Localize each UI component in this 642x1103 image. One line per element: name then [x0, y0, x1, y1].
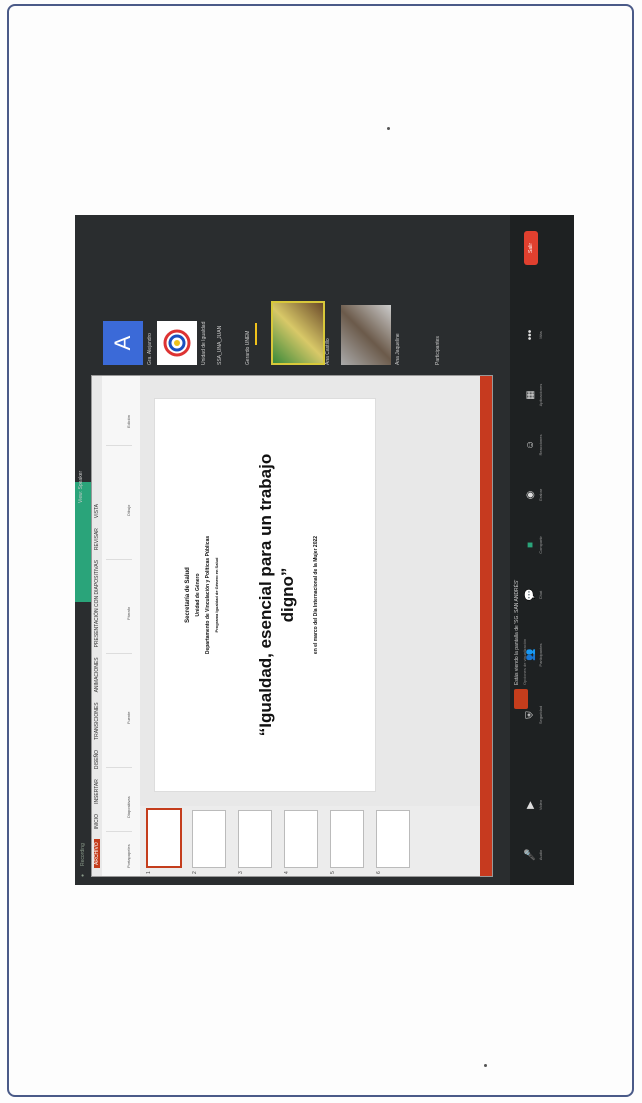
slide-line-4: Programa Igualdad de Género en Salud	[214, 557, 219, 633]
security-button[interactable]: ⛨ Seguridad	[520, 695, 543, 735]
current-slide[interactable]: Secretaría de Salud Unidad de Género Dep…	[154, 398, 376, 792]
group-label: Dibujo	[126, 504, 131, 516]
participants-button[interactable]: 👥 Participantes	[520, 635, 543, 675]
button-label: Más	[538, 331, 543, 339]
slide-thumb-2[interactable]	[192, 810, 226, 868]
slide-title: “Igualdad, esencial para un trabajo dign…	[256, 453, 297, 737]
participant-name: Ana Castillo	[325, 338, 331, 365]
button-label: Reacciones	[538, 434, 543, 456]
smile-icon: ☺	[525, 439, 536, 451]
slide-thumb-5[interactable]	[330, 810, 364, 868]
shield-icon: ⛨	[525, 711, 536, 719]
recording-indicator: ●	[80, 873, 86, 877]
button-label: Grabar	[538, 488, 543, 502]
share-screen-icon: ■	[525, 541, 536, 549]
group-label: Fuente	[126, 711, 131, 724]
group-paragraph[interactable]: Párrafo	[106, 559, 132, 650]
audio-button[interactable]: 🎤 Audio	[520, 835, 543, 875]
slide-number: 2	[192, 871, 198, 874]
microphone-icon: 🎤	[525, 848, 536, 862]
group-label: Diapositivas	[126, 796, 131, 818]
tab-insert[interactable]: INSERTAR	[94, 779, 100, 804]
chat-icon: 💬	[525, 588, 536, 602]
avatar: A	[103, 321, 143, 365]
tab-transitions[interactable]: TRANSICIONES	[94, 702, 100, 740]
group-drawing[interactable]: Dibujo	[106, 445, 132, 556]
participant-name: SSA_UNA_JUAN	[217, 325, 223, 365]
slide-thumb-6[interactable]	[376, 810, 410, 868]
slide-thumb-4[interactable]	[284, 810, 318, 868]
slide-line-1: Secretaría de Salud	[185, 567, 191, 623]
slide-line-2: Unidad de Género	[195, 573, 201, 617]
ribbon-tabs: ARCHIVO INICIO INSERTAR DISEÑO TRANSICIO…	[92, 376, 102, 876]
meeting-toolbar: Estás viendo la pantalla de 'SG. SAN AND…	[510, 215, 574, 885]
participants-panel: A Gra. Alejandro Unidad de Igualdad SSA_…	[95, 215, 555, 365]
top-title: Recording	[80, 843, 86, 866]
tab-view[interactable]: VISTA	[94, 504, 100, 518]
slide-thumbnails: 1 2 3 4 5 6	[140, 805, 492, 876]
group-editing[interactable]: Edición	[106, 382, 132, 442]
participant-name: Unidad de Igualdad	[201, 321, 207, 365]
slide-number: 4	[284, 871, 290, 874]
speck	[387, 127, 390, 130]
record-button[interactable]: ◉ Grabar	[520, 475, 543, 515]
button-label: Seguridad	[538, 705, 543, 725]
chat-button[interactable]: 💬 Chat	[520, 575, 543, 615]
more-button[interactable]: ••• Más	[520, 315, 543, 355]
ppt-status-bar	[480, 376, 492, 876]
apps-button[interactable]: ▦ Aplicaciones	[520, 375, 543, 415]
tab-slideshow[interactable]: PRESENTACIÓN CON DIAPOSITIVAS	[94, 560, 100, 647]
slide-line-3: Departamento de Vinculación y Políticas …	[205, 535, 211, 655]
view-label[interactable]: View: Speaker	[78, 471, 84, 503]
group-font[interactable]: Fuente	[106, 653, 132, 764]
speaking-bar	[255, 323, 257, 345]
slide-thumb-1[interactable]	[146, 808, 182, 868]
group-clipboard[interactable]: Portapapeles	[106, 831, 132, 872]
screenshot-photo: ● Recording View: Speaker ARCHIVO INICIO…	[75, 215, 574, 885]
slide-number: 3	[238, 871, 244, 874]
slide-editor: Secretaría de Salud Unidad de Género Dep…	[140, 376, 480, 806]
video-feed	[271, 301, 325, 365]
tab-home[interactable]: INICIO	[94, 814, 100, 829]
people-icon: 👥	[525, 648, 536, 662]
participant-name: Gra. Alejandro	[147, 333, 153, 365]
shared-screen: ARCHIVO INICIO INSERTAR DISEÑO TRANSICIO…	[91, 375, 493, 877]
slide-number: 6	[376, 871, 382, 874]
slide-number: 5	[330, 871, 336, 874]
camera-icon: ▶	[525, 801, 536, 809]
button-label: Participantes	[538, 643, 543, 667]
group-label: Edición	[126, 414, 131, 428]
group-label: Párrafo	[126, 606, 131, 620]
slide-thumb-3[interactable]	[238, 810, 272, 868]
tab-file[interactable]: ARCHIVO	[94, 839, 100, 868]
grid-icon: ▦	[525, 390, 536, 400]
slide-number: 1	[146, 871, 152, 874]
group-slides[interactable]: Diapositivas	[106, 767, 132, 828]
video-feed	[341, 305, 391, 365]
leave-button[interactable]: Salir	[524, 231, 538, 265]
tab-review[interactable]: REVISAR	[94, 528, 100, 550]
logo-icon	[157, 321, 197, 365]
share-button[interactable]: ■ Compartir	[520, 525, 543, 565]
button-label: Aplicaciones	[538, 383, 543, 407]
participant-name: Gerardo UNEM	[245, 330, 251, 365]
tab-animations[interactable]: ANIMACIONES	[94, 657, 100, 692]
meeting-window: ● Recording View: Speaker ARCHIVO INICIO…	[75, 215, 574, 885]
ribbon: Portapapeles Diapositivas Fuente Párrafo…	[102, 376, 141, 876]
reactions-button[interactable]: ☺ Reacciones	[520, 425, 543, 465]
record-icon: ◉	[525, 490, 536, 500]
button-label: Chat	[538, 590, 543, 600]
button-label: Audio	[538, 849, 543, 861]
button-label: Video	[538, 799, 543, 811]
tab-design[interactable]: DISEÑO	[94, 750, 100, 769]
button-label: Compartir	[538, 536, 543, 554]
speck	[484, 1064, 487, 1067]
more-icon: •••	[525, 329, 536, 341]
participant-name: Ana Jaqueline	[395, 333, 401, 365]
slide-subtitle: en el marco del Día Internacional de la …	[313, 535, 319, 655]
group-label: Portapapeles	[126, 844, 131, 868]
video-button[interactable]: ▶ Video	[520, 785, 543, 825]
participants-footer[interactable]: Participantes	[435, 336, 441, 365]
